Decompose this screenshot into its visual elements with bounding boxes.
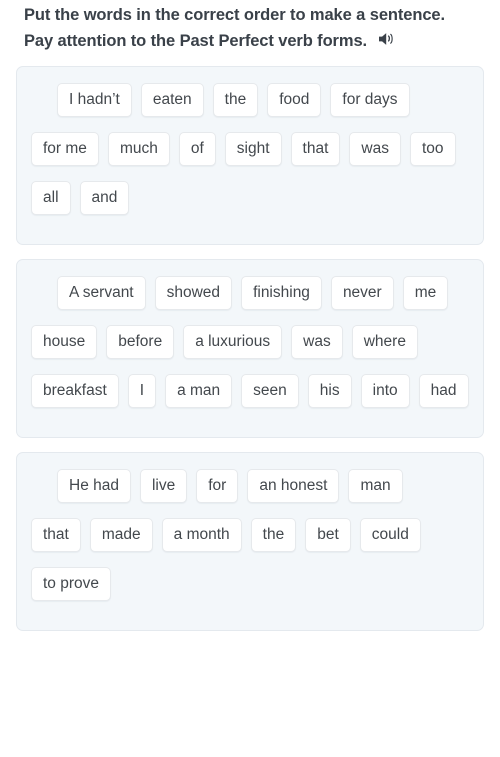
word-chip[interactable]: me: [402, 276, 449, 310]
word-bank-1: I hadn’t eaten the food for days for me …: [31, 83, 469, 230]
exercise-card-3: He had live for an honest man that made …: [16, 452, 484, 631]
word-chip[interactable]: food: [267, 83, 322, 117]
word-chip[interactable]: the: [212, 83, 259, 117]
word-chip[interactable]: to prove: [31, 567, 112, 601]
word-chip[interactable]: for: [196, 469, 239, 503]
word-chip[interactable]: sight: [224, 132, 282, 166]
word-chip[interactable]: house: [31, 325, 98, 359]
word-bank-3: He had live for an honest man that made …: [31, 469, 469, 616]
word-chip[interactable]: could: [359, 518, 421, 552]
word-chip[interactable]: was: [291, 325, 343, 359]
word-chip[interactable]: A servant: [57, 276, 146, 310]
exercise-card-2: A servant showed finishing never me hous…: [16, 259, 484, 438]
exercise-card-list: I hadn’t eaten the food for days for me …: [0, 66, 500, 631]
word-chip[interactable]: made: [89, 518, 153, 552]
word-chip[interactable]: for days: [330, 83, 410, 117]
word-chip[interactable]: I: [127, 374, 157, 408]
word-chip[interactable]: where: [351, 325, 418, 359]
word-chip[interactable]: was: [349, 132, 401, 166]
word-chip[interactable]: had: [418, 374, 469, 408]
row-indent: [31, 276, 57, 277]
word-bank-2: A servant showed finishing never me hous…: [31, 276, 469, 423]
word-chip[interactable]: finishing: [241, 276, 322, 310]
word-chip[interactable]: of: [178, 132, 216, 166]
row-indent: [31, 469, 57, 470]
word-chip[interactable]: I hadn’t: [57, 83, 132, 117]
word-chip[interactable]: much: [107, 132, 170, 166]
word-chip[interactable]: a luxurious: [183, 325, 283, 359]
word-chip[interactable]: an honest: [247, 469, 340, 503]
exercise-prompt: Put the words in the correct order to ma…: [0, 0, 500, 54]
word-chip[interactable]: before: [106, 325, 175, 359]
word-chip[interactable]: into: [360, 374, 410, 408]
word-chip[interactable]: a man: [165, 374, 233, 408]
word-chip[interactable]: for me: [31, 132, 99, 166]
word-chip[interactable]: bet: [305, 518, 351, 552]
word-chip[interactable]: and: [79, 181, 130, 215]
word-chip[interactable]: too: [409, 132, 456, 166]
exercise-page: Put the words in the correct order to ma…: [0, 0, 500, 757]
word-chip[interactable]: He had: [57, 469, 131, 503]
word-chip[interactable]: eaten: [140, 83, 204, 117]
word-chip[interactable]: showed: [154, 276, 233, 310]
row-indent: [31, 83, 57, 84]
exercise-card-1: I hadn’t eaten the food for days for me …: [16, 66, 484, 245]
word-chip[interactable]: the: [250, 518, 297, 552]
word-chip[interactable]: man: [348, 469, 403, 503]
word-chip[interactable]: that: [290, 132, 341, 166]
word-chip[interactable]: that: [31, 518, 81, 552]
word-chip[interactable]: a month: [161, 518, 242, 552]
word-chip[interactable]: seen: [241, 374, 299, 408]
speaker-icon[interactable]: [377, 30, 396, 48]
word-chip[interactable]: all: [31, 181, 71, 215]
word-chip[interactable]: breakfast: [31, 374, 119, 408]
word-chip[interactable]: live: [139, 469, 188, 503]
word-chip[interactable]: never: [330, 276, 394, 310]
word-chip[interactable]: his: [307, 374, 352, 408]
